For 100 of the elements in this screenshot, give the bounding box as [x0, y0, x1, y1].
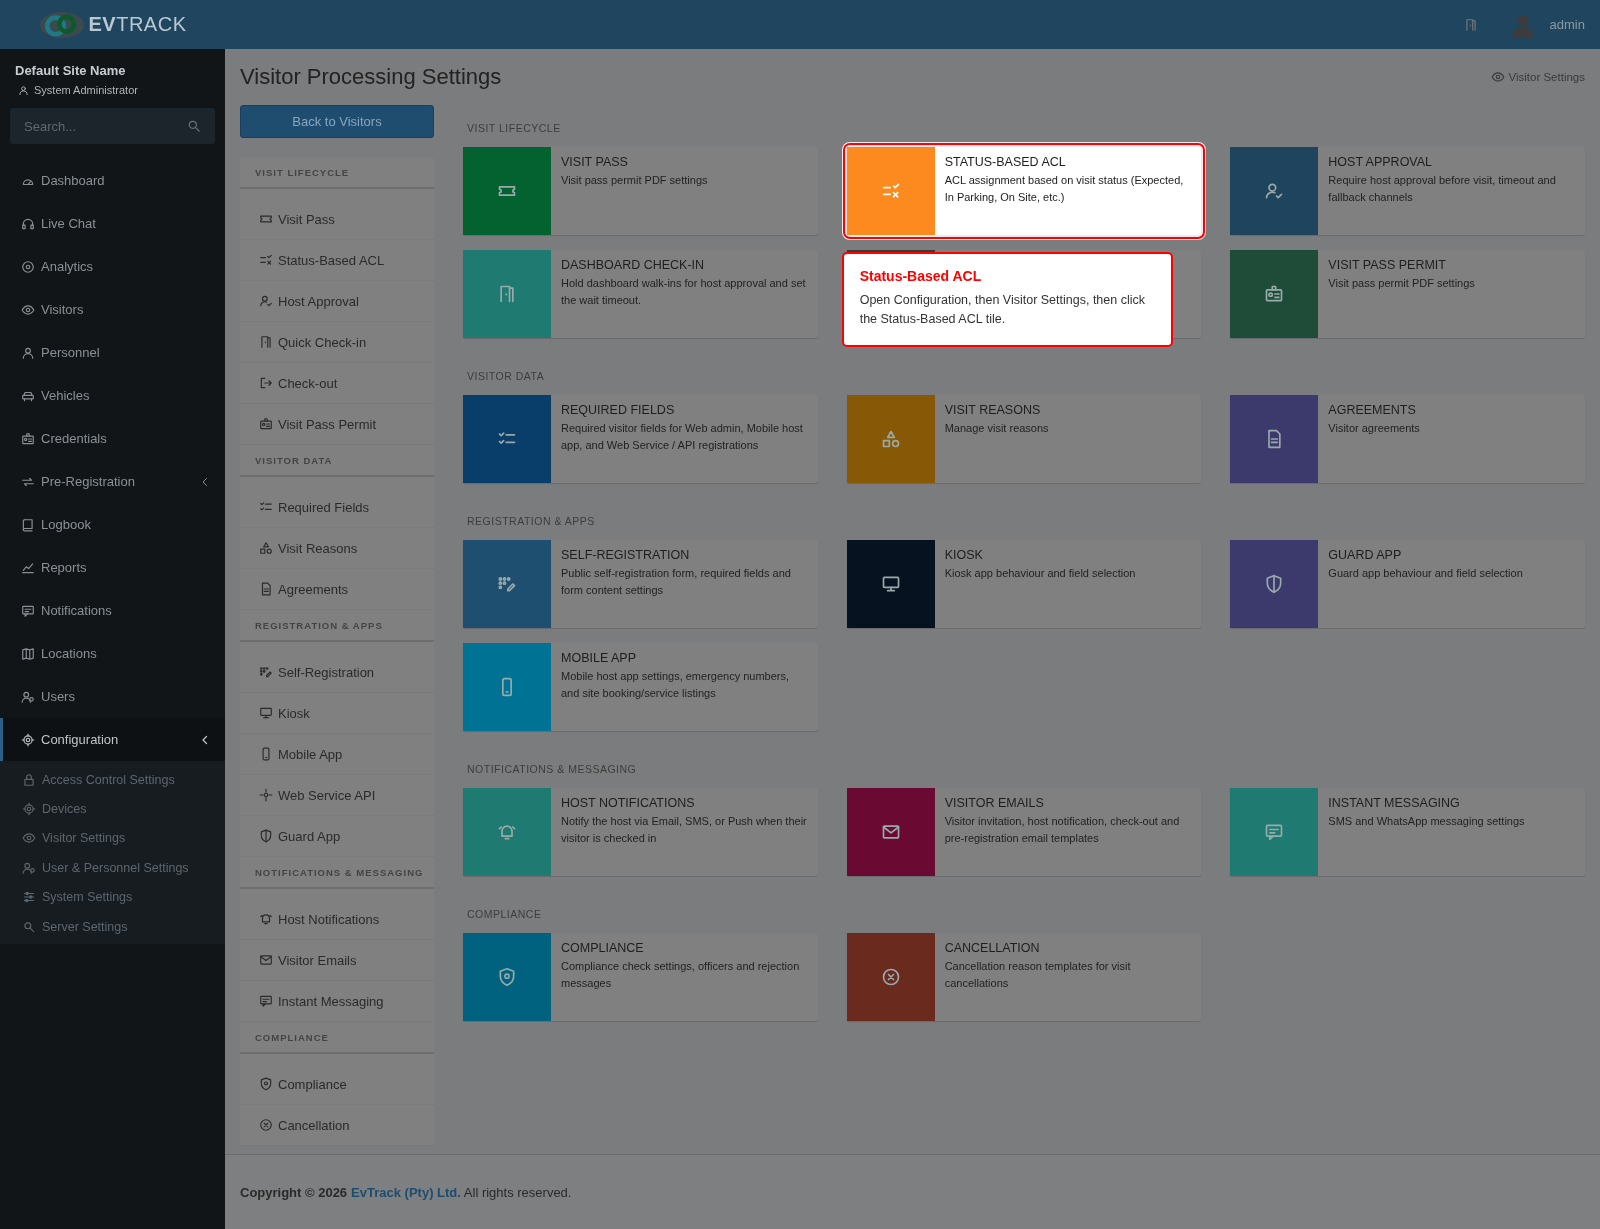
settings-tile[interactable]: MOBILE APP Mobile host app settings, emergency numbers, and site booking/service listings: [463, 643, 818, 731]
dots-icon: [259, 665, 273, 679]
nav-item[interactable]: Kiosk: [240, 693, 434, 734]
nav-heading: VISIT LIFECYCLE: [240, 157, 434, 189]
submenu-item[interactable]: Server Settings: [0, 911, 225, 942]
nav-item[interactable]: Visit Pass: [240, 199, 434, 240]
settings-tile[interactable]: KIOSK Kiosk app behaviour and field selection: [846, 540, 1202, 628]
settings-tile[interactable]: VISIT PASS PERMIT Visit pass permit PDF settings: [1230, 250, 1585, 338]
submenu-item[interactable]: Visitor Settings: [0, 823, 225, 854]
badge-icon: [21, 431, 35, 446]
tile-title: REQUIRED FIELDS: [561, 403, 676, 417]
sidebar-item[interactable]: Configuration: [0, 718, 225, 761]
monitor-icon: [880, 574, 901, 594]
sidebar-item[interactable]: Dashboard: [0, 159, 225, 202]
submenu-item[interactable]: Access Control Settings: [0, 765, 225, 795]
settings-tile[interactable]: INSTANT MESSAGING SMS and WhatsApp messaging settings: [1230, 788, 1585, 876]
settings-tile[interactable]: DASHBOARD CHECK-IN Hold dashboard walk-ins for host approval and set the wait timeout.: [463, 250, 818, 338]
tile-title: GUARD APP: [1328, 548, 1403, 562]
nav-item[interactable]: Agreements: [240, 569, 434, 610]
shield-at-icon: [497, 967, 517, 987]
copyright-text: Copyright © 2026 EvTrack (Pty) Ltd. All rights reserved.: [240, 1184, 572, 1200]
back-button[interactable]: Back to Visitors: [240, 105, 434, 138]
submenu-item[interactable]: System Settings: [0, 882, 225, 912]
sidebar-item[interactable]: Vehicles: [0, 374, 225, 417]
tile-description: Manage visit reasons: [944, 421, 1049, 436]
sidebar-item[interactable]: Analytics: [0, 245, 225, 288]
settings-tile[interactable]: HOST APPROVAL Require host approval before visit, timeout and fallback channels: [1230, 147, 1585, 235]
circle-x-icon: [880, 967, 901, 987]
settings-tile[interactable]: AGREEMENTS Visitor agreements: [1230, 395, 1585, 483]
settings-tile[interactable]: VISIT REASONS Manage visit reasons: [846, 395, 1202, 483]
sidebar-item[interactable]: Credentials: [0, 417, 225, 460]
settings-tile[interactable]: HOST NOTIFICATIONS Notify the host via Email, SMS, or Push when their visitor is checked in: [463, 788, 818, 876]
book-icon: [21, 517, 35, 532]
search-icon: [187, 119, 201, 133]
person-check-icon: [259, 294, 273, 308]
sidebar-item[interactable]: Live Chat: [0, 202, 225, 245]
nav-item[interactable]: Web Service API: [240, 775, 434, 816]
tile-description: Mobile host app settings, emergency numbers, and site booking/service listings: [561, 669, 791, 701]
sidebar-item[interactable]: Pre-Registration: [0, 460, 225, 503]
settings-tile[interactable]: VISIT PASS Visit pass permit PDF settings: [463, 147, 818, 235]
nav-item[interactable]: Visit Reasons: [240, 528, 434, 569]
sidebar-item[interactable]: Reports: [0, 546, 225, 589]
section-heading: NOTIFICATIONS & MESSAGING: [466, 762, 638, 777]
sidebar-item[interactable]: Users: [0, 675, 225, 718]
envelope-icon: [259, 953, 273, 967]
nav-item[interactable]: Self-Registration: [240, 652, 434, 693]
nav-item[interactable]: Instant Messaging: [240, 981, 434, 1022]
nav-item[interactable]: Visit Pass Permit: [240, 404, 434, 445]
settings-tile[interactable]: REQUIRED FIELDS Required visitor fields for Web admin, Mobile host app, and Web Service / API registrations: [463, 395, 818, 483]
dots-icon: [497, 574, 517, 594]
sidebar-item[interactable]: Logbook: [0, 503, 225, 546]
tile-description: ACL assignment based on visit status (Expected, In Parking, On Site, etc.): [944, 173, 1185, 205]
section-heading: COMPLIANCE: [466, 907, 543, 922]
tile-title: HOST NOTIFICATIONS: [561, 796, 696, 810]
nav-item[interactable]: Cancellation: [240, 1105, 434, 1146]
nav-item[interactable]: Quick Check-in: [240, 322, 434, 363]
tile-title: VISITOR EMAILS: [944, 796, 1045, 810]
tile-description: Required visitor fields for Web admin, Mobile host app, and Web Service / API registrations: [561, 421, 804, 453]
company-link[interactable]: EvTrack (Pty) Ltd.: [351, 1184, 461, 1200]
people-icon: [22, 860, 36, 875]
tile-description: Visit pass permit PDF settings: [561, 173, 708, 188]
sidebar-item[interactable]: Locations: [0, 632, 225, 675]
settings-tile[interactable]: CANCELLATION Cancellation reason templates for visit cancellations: [846, 933, 1202, 1021]
sidebar-item[interactable]: Personnel: [0, 331, 225, 374]
eye-icon: [22, 831, 36, 846]
door-icon[interactable]: [1463, 17, 1478, 32]
settings-tile[interactable]: GUARD APP Guard app behaviour and field selection: [1230, 540, 1585, 628]
breadcrumb-link[interactable]: Visitor Settings: [1490, 70, 1585, 84]
door-icon: [259, 335, 273, 349]
tile-description: Public self-registration form, required fields and form content settings: [561, 566, 792, 598]
envelope-icon: [880, 822, 901, 842]
tile-title: COMPLIANCE: [561, 941, 645, 955]
nav-item[interactable]: Host Approval: [240, 281, 434, 322]
person-check-icon: [1264, 181, 1285, 201]
document-icon: [259, 582, 273, 596]
settings-tile[interactable]: COMPLIANCE Compliance check settings, officers and rejection messages: [463, 933, 818, 1021]
list-check-icon: [259, 253, 273, 267]
chat-icon: [259, 994, 273, 1008]
nav-item[interactable]: Required Fields: [240, 487, 434, 528]
sidebar-item[interactable]: Visitors: [0, 288, 225, 331]
nav-item[interactable]: Compliance: [240, 1064, 434, 1105]
shield-icon: [1264, 574, 1285, 594]
search-field[interactable]: Search...: [10, 108, 215, 144]
nav-item[interactable]: Status-Based ACL: [240, 240, 434, 281]
submenu-item[interactable]: User & Personnel Settings: [0, 853, 225, 883]
nav-item[interactable]: Mobile App: [240, 734, 434, 775]
page-title: Visitor Processing Settings: [240, 64, 502, 90]
sidebar-item[interactable]: Notifications: [0, 589, 225, 632]
sliders-icon: [22, 890, 36, 905]
nav-item[interactable]: Check-out: [240, 363, 434, 404]
submenu-item[interactable]: Devices: [0, 794, 225, 824]
phone-icon: [259, 747, 273, 761]
settings-tile[interactable]: VISITOR EMAILS Visitor invitation, host notification, check-out and pre-registration email templates: [846, 788, 1202, 876]
tile-description: Visitor agreements: [1328, 421, 1420, 436]
nav-item[interactable]: Host Notifications: [240, 899, 434, 940]
nav-item[interactable]: Visitor Emails: [240, 940, 434, 981]
settings-tile[interactable]: SELF-REGISTRATION Public self-registration form, required fields and form content settings: [463, 540, 818, 628]
tile-title: STATUS-BASED ACL: [944, 155, 1067, 169]
nav-item[interactable]: Guard App: [240, 816, 434, 857]
user-name[interactable]: admin: [1549, 17, 1585, 32]
